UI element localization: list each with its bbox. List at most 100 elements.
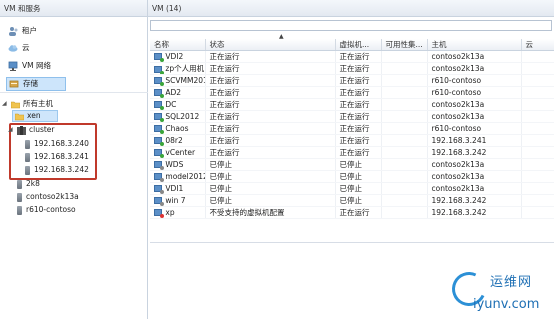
column-header-cloud[interactable]: 云 xyxy=(521,39,554,51)
cell-text: contoso2k13a xyxy=(431,172,485,181)
table-row[interactable]: model2012 已停止 已停止 contoso2k13a xyxy=(150,170,554,183)
table-row[interactable]: AD2 正在运行 正在运行 r610-contoso xyxy=(150,86,554,99)
cell-text: SCVMM2012 xyxy=(165,75,204,85)
cell-text: 正在运行 xyxy=(339,88,370,97)
tree-item-host[interactable]: contoso2k13a xyxy=(17,191,79,203)
table-row[interactable]: VDI2 正在运行 正在运行 contoso2k13a xyxy=(150,50,554,63)
tree-item-cluster-node[interactable]: 192.168.3.240 xyxy=(25,138,89,150)
cell-text: WDS xyxy=(165,159,184,169)
nav-item-vm-network[interactable]: VM 网络 xyxy=(8,59,51,73)
cell-status: 已停止 xyxy=(205,158,336,171)
folder-icon xyxy=(14,112,25,121)
vm-icon xyxy=(154,65,164,74)
tree-label: 2k8 xyxy=(26,179,40,188)
cell-name: win 7 xyxy=(150,194,206,207)
cell-text: contoso2k13a xyxy=(431,64,485,73)
tree-label: 192.168.3.240 xyxy=(34,139,89,148)
table-row[interactable]: DC 正在运行 正在运行 contoso2k13a xyxy=(150,98,554,111)
nav-label: 租户 xyxy=(22,26,37,35)
cell-text: VDI1 xyxy=(165,183,184,193)
nav-item-tenant[interactable]: 租户 xyxy=(8,24,37,38)
table-row[interactable]: 08r2 正在运行 正在运行 192.168.3.241 xyxy=(150,134,554,147)
cell-vm-status: 正在运行 xyxy=(335,86,382,99)
server-icon xyxy=(25,152,30,162)
cell-text: 正在运行 xyxy=(209,88,240,97)
cell-text: 正在运行 xyxy=(209,136,240,145)
cell-cloud xyxy=(521,98,554,111)
column-header-name[interactable]: 名称 xyxy=(150,39,206,51)
cell-status: 正在运行 xyxy=(205,98,336,111)
server-icon xyxy=(17,192,22,202)
table-row[interactable]: SQL2012 正在运行 正在运行 contoso2k13a xyxy=(150,110,554,123)
cell-host: contoso2k13a xyxy=(427,110,522,123)
table-row[interactable]: zp个人用机 正在运行 正在运行 contoso2k13a xyxy=(150,62,554,75)
cell-status: 正在运行 xyxy=(205,110,336,123)
vm-table: 名称 状态 虚拟机... 可用性集... 主机 云 VDI2 正在运行 正在运行 co… xyxy=(150,39,554,219)
vm-icon xyxy=(154,124,164,134)
collapse-icon[interactable]: ◢ xyxy=(2,98,9,110)
column-header-host[interactable]: 主机 xyxy=(427,39,522,51)
cell-name: zp个人用机 xyxy=(150,62,206,75)
cell-cloud xyxy=(521,170,554,183)
tree-item-host[interactable]: r610-contoso xyxy=(17,204,76,216)
cell-host: contoso2k13a xyxy=(427,98,522,111)
nav-label: 云 xyxy=(22,43,30,52)
cell-text: vCenter xyxy=(165,147,196,157)
search-input[interactable] xyxy=(150,20,552,31)
cell-availability-set xyxy=(381,182,428,195)
cell-text: DC xyxy=(165,99,177,109)
tree-item-cluster[interactable]: ◢ cluster xyxy=(8,124,55,136)
cell-text: 已停止 xyxy=(209,196,233,205)
cell-text: Chaos xyxy=(165,123,189,133)
vm-icon xyxy=(154,100,164,110)
vm-icon xyxy=(154,172,164,182)
vm-icon xyxy=(154,160,164,170)
cell-vm-status: 正在运行 xyxy=(335,146,382,159)
table-row[interactable]: win 7 已停止 已停止 192.168.3.242 xyxy=(150,194,554,207)
server-icon xyxy=(25,139,30,149)
cell-text: 正在运行 xyxy=(339,64,370,73)
table-row[interactable]: WDS 已停止 已停止 contoso2k13a xyxy=(150,158,554,171)
tree-item-cluster-node[interactable]: 192.168.3.241 xyxy=(25,151,89,163)
nav-item-cloud[interactable]: 云 xyxy=(8,41,30,55)
tree-item-xen[interactable]: xen xyxy=(12,110,58,122)
tree-item-all-hosts[interactable]: ◢ 所有主机 xyxy=(2,98,53,110)
vm-icon xyxy=(154,184,164,194)
column-header-status[interactable]: 状态 xyxy=(205,39,336,51)
cell-host: 192.168.3.241 xyxy=(427,134,522,147)
column-header-availability-set[interactable]: 可用性集... xyxy=(381,39,428,51)
cell-text: 已停止 xyxy=(209,160,233,169)
cell-vm-status: 正在运行 xyxy=(335,50,382,63)
table-row[interactable]: VDI1 已停止 已停止 contoso2k13a xyxy=(150,182,554,195)
tree-item-host[interactable]: 2k8 xyxy=(17,178,40,190)
table-row[interactable]: Chaos 正在运行 正在运行 r610-contoso xyxy=(150,122,554,135)
cell-text: 正在运行 xyxy=(209,52,240,61)
cluster-icon xyxy=(17,125,26,135)
cell-availability-set xyxy=(381,74,428,87)
nav-divider xyxy=(0,92,148,93)
cell-text: 已停止 xyxy=(209,184,233,193)
cell-vm-status: 正在运行 xyxy=(335,62,382,75)
column-header-vm-status[interactable]: 虚拟机... xyxy=(335,39,382,51)
cell-name: WDS xyxy=(150,158,206,171)
cell-name: SQL2012 xyxy=(150,110,206,123)
cell-text: 192.168.3.242 xyxy=(431,148,487,157)
cell-text: 192.168.3.242 xyxy=(431,196,487,205)
cell-text: 正在运行 xyxy=(339,136,370,145)
cell-text: 正在运行 xyxy=(209,100,240,109)
collapse-icon[interactable]: ◢ xyxy=(8,124,15,136)
table-row[interactable]: SCVMM2012 正在运行 正在运行 r610-contoso xyxy=(150,74,554,87)
cell-text: AD2 xyxy=(165,87,182,97)
cell-availability-set xyxy=(381,194,428,207)
cell-host: contoso2k13a xyxy=(427,182,522,195)
cell-host: 192.168.3.242 xyxy=(427,194,522,207)
table-row[interactable]: vCenter 正在运行 正在运行 192.168.3.242 xyxy=(150,146,554,159)
cell-text: 正在运行 xyxy=(339,52,370,61)
cell-cloud xyxy=(521,86,554,99)
cell-vm-status: 正在运行 xyxy=(335,122,382,135)
tree-label: 192.168.3.241 xyxy=(34,152,89,161)
table-row[interactable]: xp 不受支持的虚拟机配置 正在运行 192.168.3.242 xyxy=(150,206,554,219)
nav-item-storage[interactable]: 存储 xyxy=(6,77,66,91)
server-icon xyxy=(17,179,22,189)
tree-item-cluster-node[interactable]: 192.168.3.242 xyxy=(25,164,89,176)
